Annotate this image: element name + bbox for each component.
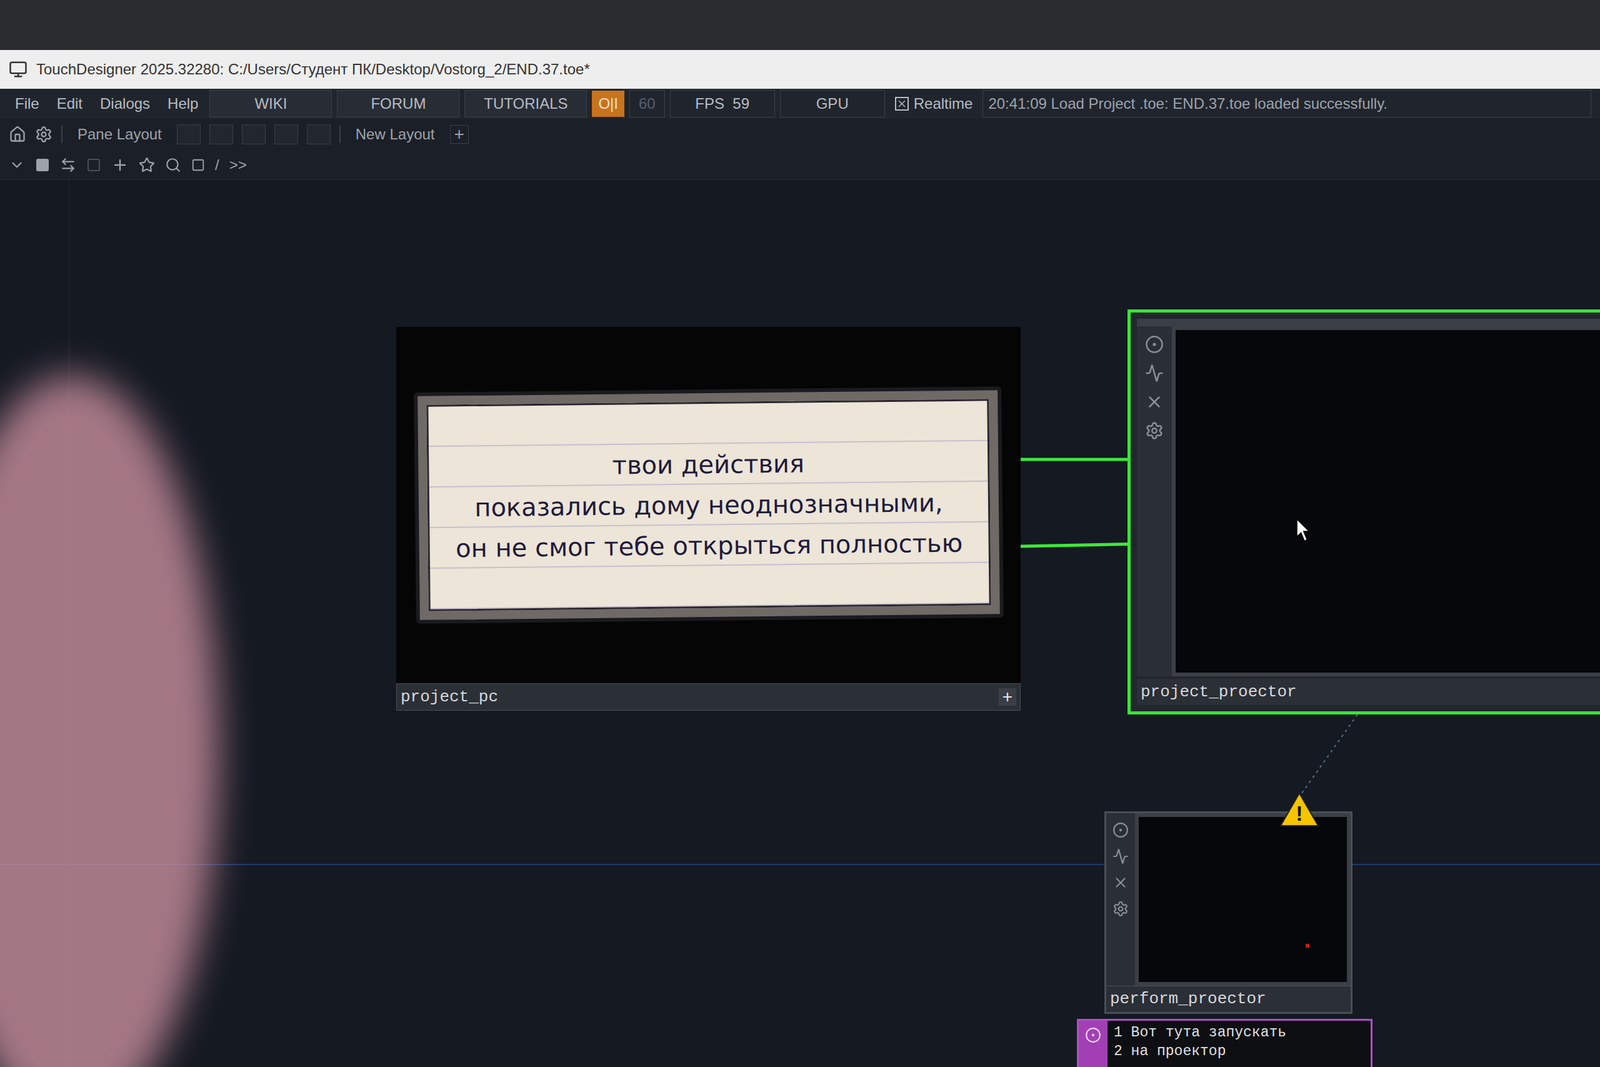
node-name[interactable]: project_pc xyxy=(400,685,499,710)
red-dot xyxy=(1305,943,1310,948)
node-viewer xyxy=(1171,326,1600,677)
menu-item[interactable]: Help xyxy=(161,92,205,115)
node-side-buttons xyxy=(1136,326,1172,677)
menu-bar: FileEditDialogsHelpWIKIFORUMTUTORIALSO|I… xyxy=(0,88,1600,119)
warning-badge[interactable]: ! xyxy=(1279,791,1320,827)
note-paper: твои действияпоказались дому неоднозначн… xyxy=(426,398,991,611)
pane-layout-button[interactable] xyxy=(306,124,331,145)
back-icon[interactable] xyxy=(60,156,77,174)
import-icon[interactable] xyxy=(191,158,205,172)
menu-item[interactable]: Dialogs xyxy=(93,92,157,115)
window-title: TouchDesigner 2025.32280: C:/Users/Студе… xyxy=(36,58,590,81)
viewer-icon[interactable] xyxy=(1145,335,1164,354)
bypass-icon[interactable] xyxy=(1145,363,1164,383)
node-viewer: твои действияпоказались дому неоднозначн… xyxy=(396,326,1021,684)
note-line: он не смог тебе открыться полностью xyxy=(455,522,963,569)
node-label-bar: project_proector xyxy=(1136,678,1600,705)
bypass-icon[interactable] xyxy=(1112,848,1129,865)
pane-layout-button[interactable] xyxy=(274,124,299,145)
text-line: 1 Вот тута запускать xyxy=(1113,1023,1365,1042)
layout-toolbar: Pane Layout New Layout + xyxy=(0,118,1600,150)
monitor-bezel xyxy=(0,0,1600,50)
close-icon[interactable] xyxy=(1112,874,1129,891)
expand-button[interactable]: + xyxy=(998,688,1017,706)
close-icon[interactable] xyxy=(1145,392,1164,412)
node-viewer xyxy=(1135,813,1351,986)
text-line: 2 на проектор xyxy=(1113,1041,1365,1061)
note-line: показались дому неоднозначными, xyxy=(474,482,944,529)
gpu-button[interactable]: GPU xyxy=(780,90,885,118)
network-canvas[interactable]: твои действияпоказались дому неоднозначн… xyxy=(0,180,1600,1067)
node-name[interactable]: perform_proector xyxy=(1110,986,1267,1012)
menu-item[interactable]: File xyxy=(8,92,46,115)
forward-icon[interactable] xyxy=(86,157,102,173)
link-button[interactable]: WIKI xyxy=(209,90,332,118)
settings-icon[interactable] xyxy=(1145,421,1164,440)
node-project-proector[interactable]: project_proector xyxy=(1127,309,1600,715)
star-icon[interactable] xyxy=(138,156,155,174)
new-layout-label: New Layout xyxy=(349,123,442,146)
title-bar: TouchDesigner 2025.32280: C:/Users/Студе… xyxy=(0,50,1600,89)
search-icon[interactable] xyxy=(165,156,182,174)
realtime-checkbox[interactable] xyxy=(895,96,909,111)
text-dat-node[interactable]: 1 Вот тута запускать2 на проектор xyxy=(1076,1018,1373,1067)
path-root[interactable]: / xyxy=(215,153,220,177)
cursor-icon xyxy=(1294,517,1314,543)
pane-layout-label: Pane Layout xyxy=(71,123,169,146)
dropdown-icon[interactable] xyxy=(8,156,25,174)
stop-icon[interactable] xyxy=(35,157,50,173)
note-frame: твои действияпоказались дому неоднозначн… xyxy=(413,386,1004,624)
link-button[interactable]: TUTORIALS xyxy=(464,90,587,118)
node-side-buttons xyxy=(1078,1020,1108,1067)
path-bar: / >> xyxy=(0,150,1600,180)
menu-item[interactable]: Edit xyxy=(50,92,89,115)
node-label-bar: project_pc + xyxy=(396,683,1021,711)
status-message: 20:41:09 Load Project .toe: END.37.toe l… xyxy=(982,90,1592,118)
settings-icon[interactable] xyxy=(1112,900,1129,917)
realtime-toggle[interactable]: Realtime xyxy=(890,92,979,115)
home-icon[interactable] xyxy=(8,125,27,144)
anchor-icon[interactable] xyxy=(35,125,53,144)
app-logo-icon xyxy=(8,60,28,79)
pane-layout-button[interactable] xyxy=(241,124,266,145)
note-line: твои действия xyxy=(611,443,805,486)
viewer-icon[interactable] xyxy=(1112,821,1129,839)
check-x-icon xyxy=(896,98,908,110)
grid-line xyxy=(0,863,1600,865)
path-more[interactable]: >> xyxy=(229,153,247,177)
fps-readout: FPS 59 xyxy=(670,90,775,118)
text-content: 1 Вот тута запускать2 на проектор xyxy=(1107,1020,1371,1067)
node-perform-proector[interactable]: perform_proector! xyxy=(1104,811,1353,1014)
cook-rate[interactable]: 60 xyxy=(629,90,665,118)
node-name[interactable]: project_proector xyxy=(1140,680,1297,705)
viewer-icon[interactable] xyxy=(1085,1026,1102,1044)
node-side-buttons xyxy=(1106,813,1135,986)
add-icon[interactable] xyxy=(111,156,129,174)
new-layout-button[interactable]: + xyxy=(450,125,469,144)
pane-layout-button[interactable] xyxy=(209,124,234,145)
link-button[interactable]: FORUM xyxy=(336,90,460,118)
app: TouchDesigner 2025.32280: C:/Users/Студе… xyxy=(0,0,1600,1067)
node-label-bar: perform_proector xyxy=(1106,985,1351,1012)
node-project-pc[interactable]: твои действияпоказались дому неоднозначн… xyxy=(396,326,1021,711)
perf-button[interactable]: O|I xyxy=(591,90,625,117)
pane-layout-button[interactable] xyxy=(176,124,201,145)
